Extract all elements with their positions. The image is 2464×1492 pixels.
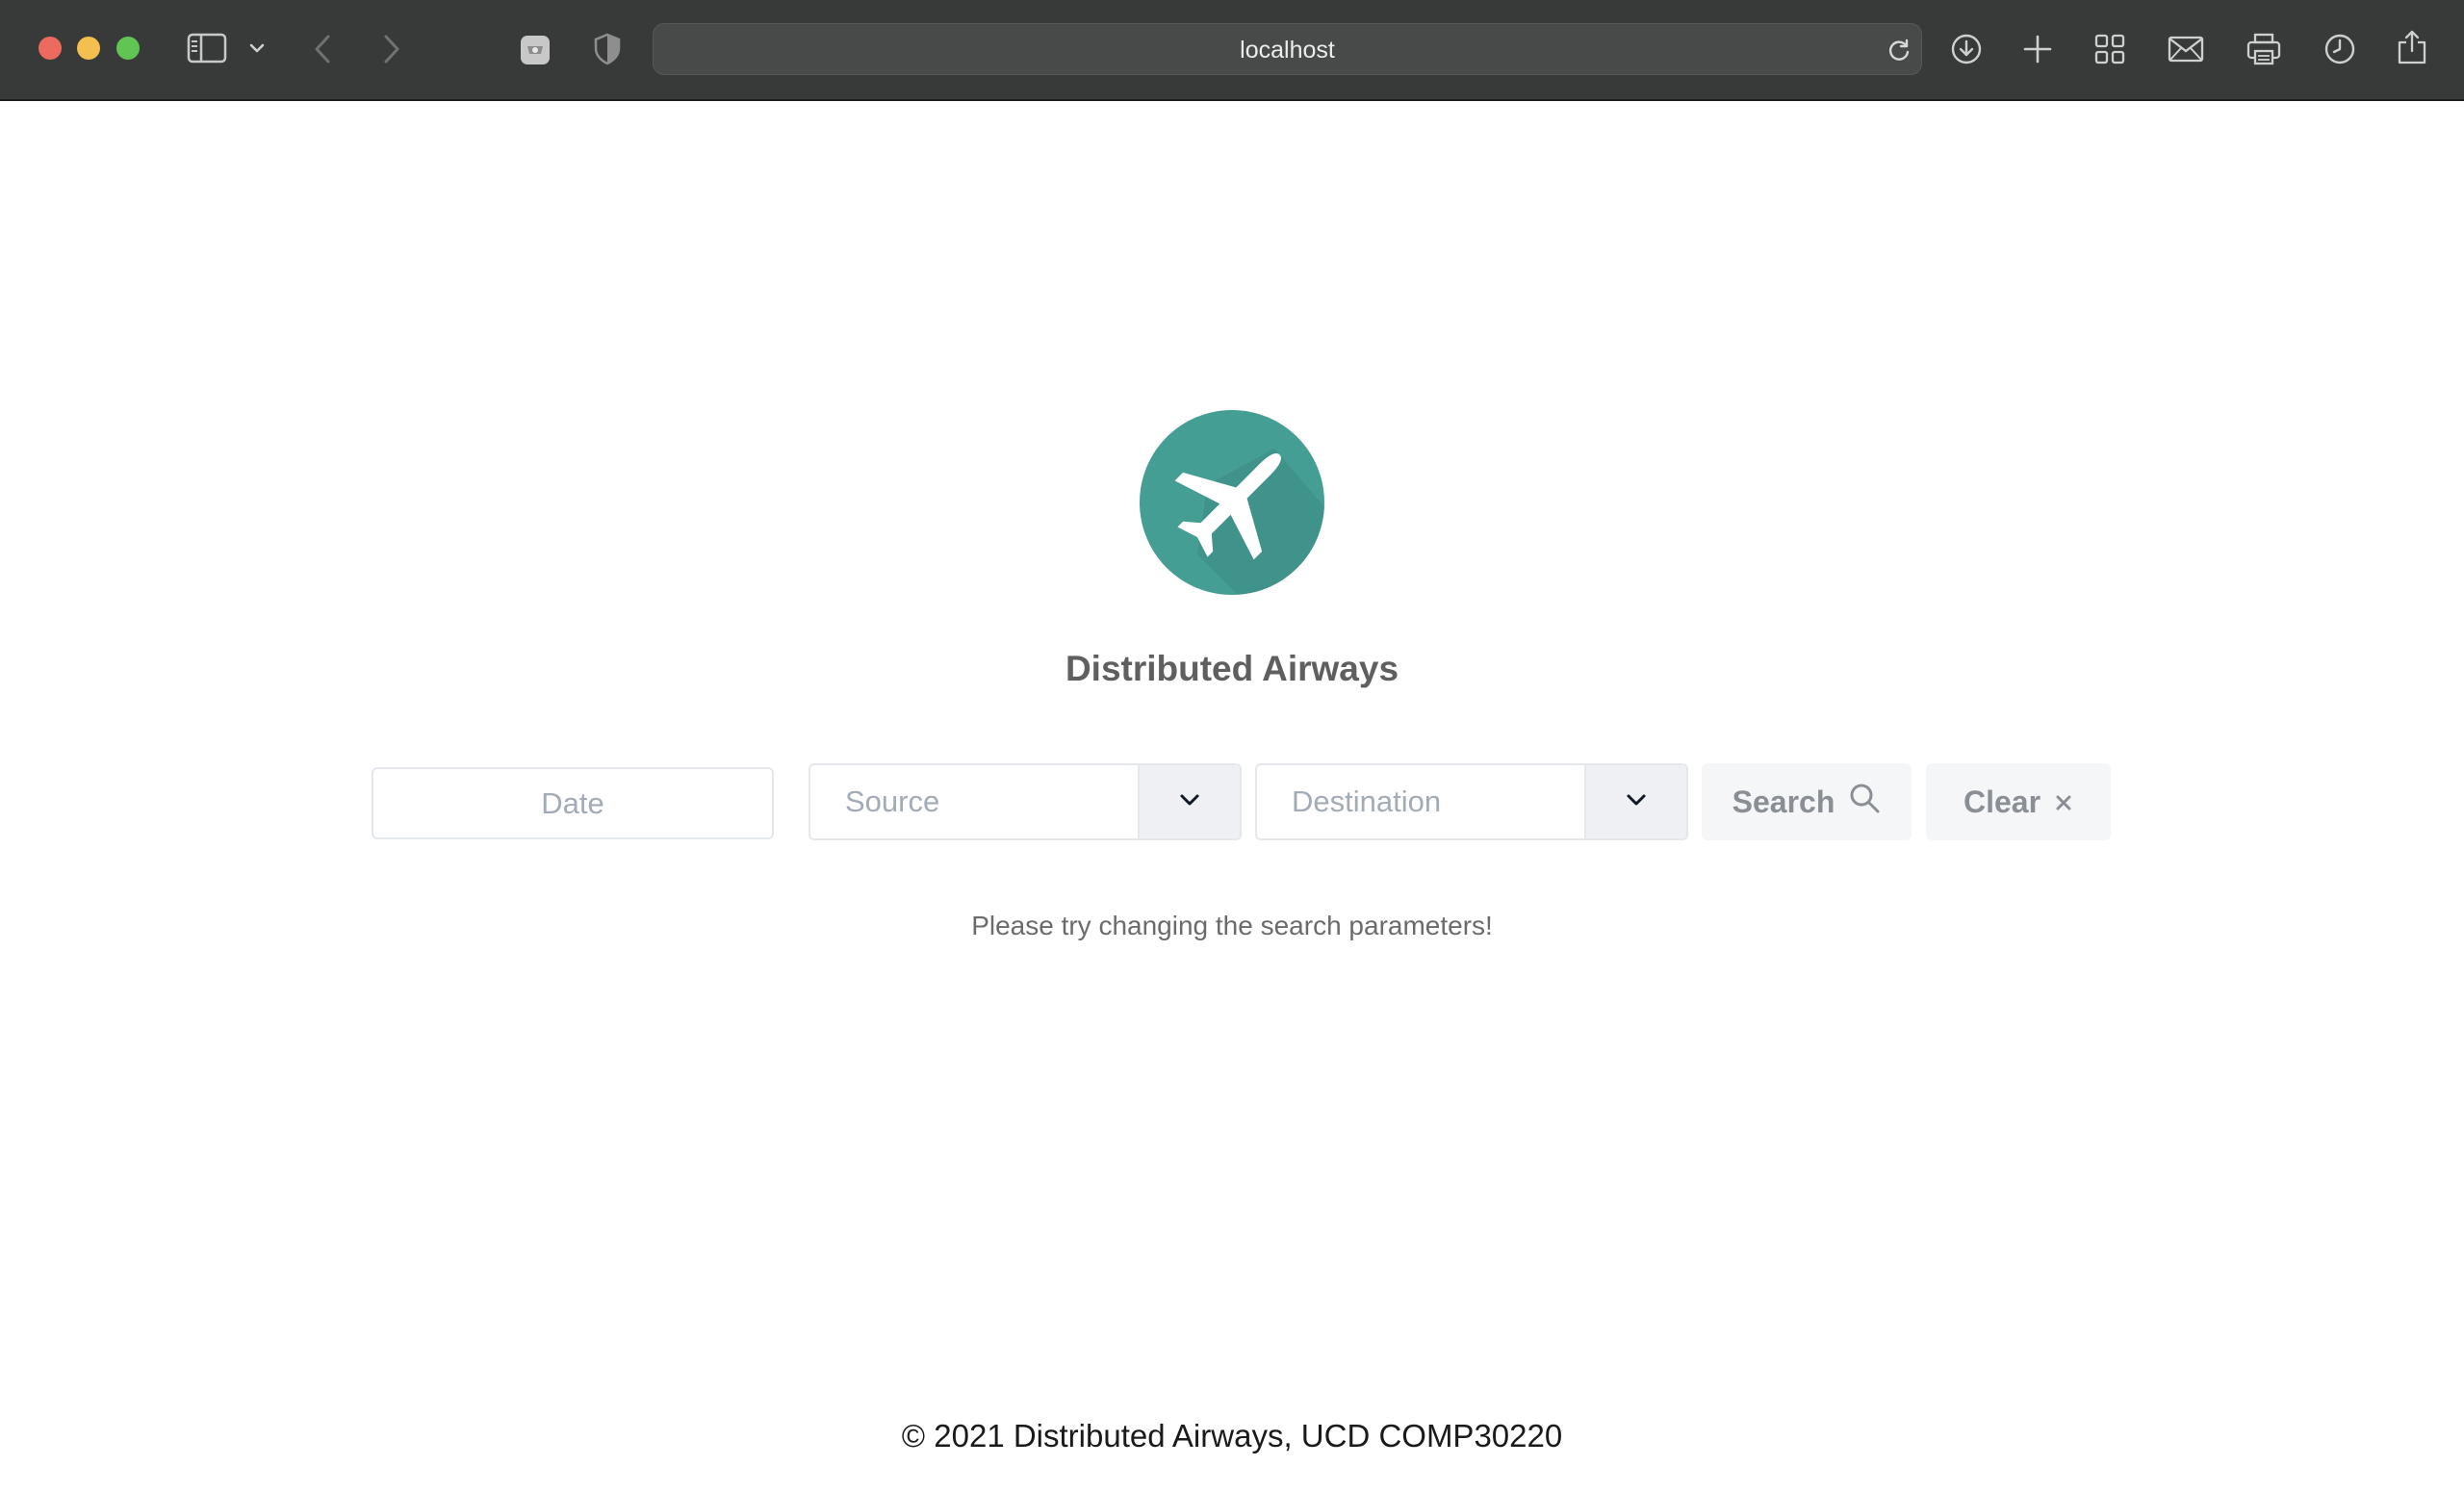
close-window-button[interactable] (38, 37, 62, 60)
maximize-window-button[interactable] (116, 37, 140, 60)
destination-placeholder[interactable]: Destination (1257, 765, 1584, 838)
search-icon (1848, 782, 1881, 822)
destination-dropdown-button[interactable] (1584, 765, 1686, 838)
brand-title: Distributed Airways (1065, 649, 1399, 688)
clear-button-label: Clear (1963, 784, 2041, 819)
share-icon[interactable] (2397, 29, 2427, 65)
downloads-icon[interactable] (1950, 33, 1983, 65)
source-select[interactable]: Source (808, 763, 1242, 840)
page-content: Distributed Airways Source Destination (0, 102, 2464, 1492)
print-icon[interactable] (2246, 32, 2281, 66)
browser-window: localhost Distributed Airways Date Sourc… (0, 0, 2464, 1492)
date-input[interactable] (372, 767, 774, 839)
new-tab-icon[interactable] (2023, 35, 2052, 64)
address-bar[interactable]: localhost (653, 23, 1922, 75)
extension-icon[interactable] (520, 35, 551, 65)
mail-icon[interactable] (2168, 36, 2204, 63)
chevron-down-icon (1626, 793, 1647, 811)
browser-toolbar: localhost (0, 0, 2464, 101)
destination-select[interactable]: Destination (1255, 763, 1688, 840)
footer-copyright: © 2021 Distributed Airways, UCD COMP3022… (901, 1418, 1563, 1453)
source-dropdown-button[interactable] (1138, 765, 1240, 838)
reload-icon[interactable] (1886, 38, 1912, 67)
minimize-window-button[interactable] (77, 37, 100, 60)
history-clock-icon[interactable] (2323, 33, 2356, 65)
search-button[interactable]: Search (1702, 763, 1912, 840)
chevron-down-icon (1179, 793, 1200, 811)
source-placeholder[interactable]: Source (810, 765, 1138, 838)
close-icon (2054, 785, 2073, 820)
airplane-icon (1140, 410, 1324, 595)
forward-icon[interactable] (379, 33, 402, 65)
tab-overview-icon[interactable] (2094, 34, 2125, 64)
empty-results-message: Please try changing the search parameter… (971, 911, 1493, 940)
address-text: localhost (1240, 37, 1335, 64)
back-icon[interactable] (312, 33, 335, 65)
chevron-down-icon[interactable] (248, 42, 266, 54)
clear-button[interactable]: Clear (1926, 763, 2111, 840)
sidebar-toggle-icon[interactable] (187, 33, 227, 64)
search-button-label: Search (1732, 784, 1835, 819)
privacy-shield-icon[interactable] (593, 33, 622, 65)
